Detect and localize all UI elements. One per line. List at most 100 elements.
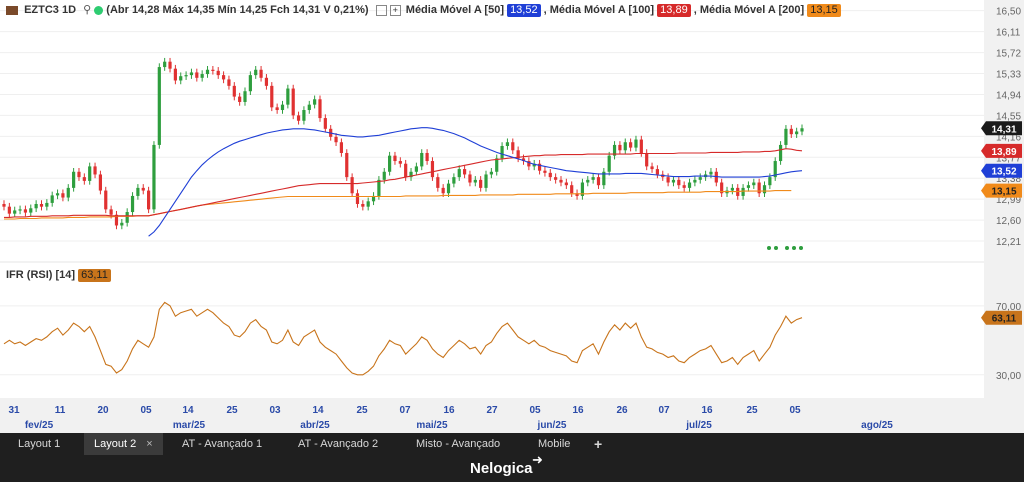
- close-icon[interactable]: ×: [146, 438, 152, 450]
- candle-body: [666, 177, 670, 183]
- candle-body: [446, 183, 451, 194]
- candle-body: [452, 177, 456, 184]
- candle-body: [29, 208, 33, 213]
- day-label: 07: [399, 405, 411, 416]
- chart-background: [0, 0, 1024, 433]
- tab-at-avancado-1[interactable]: AT - Avançado 1: [172, 433, 272, 455]
- candle-body: [2, 203, 6, 207]
- tab-at-avancado-2[interactable]: AT - Avançado 2: [288, 433, 388, 455]
- candle-body: [39, 203, 44, 207]
- candle-body: [570, 185, 574, 194]
- candle-body: [752, 182, 756, 186]
- candle-body: [189, 72, 194, 76]
- candle-body: [554, 177, 558, 180]
- status-dot-icon: [94, 5, 104, 15]
- candle-body: [559, 179, 563, 183]
- day-label: 25: [356, 405, 368, 416]
- candle-body: [687, 182, 692, 188]
- candle-body: [398, 161, 402, 164]
- candle-body: [671, 179, 676, 183]
- candle-body: [682, 185, 686, 188]
- candle-body: [211, 69, 215, 71]
- candle-body: [784, 128, 788, 145]
- candle-body: [323, 118, 327, 129]
- tab-label: Layout 1: [18, 438, 61, 450]
- day-label: 05: [529, 405, 541, 416]
- price-chart[interactable]: 16,5016,1115,7215,3314,9414,5514,1613,77…: [0, 0, 1024, 433]
- day-label: 16: [701, 405, 713, 416]
- candle-body: [216, 70, 220, 76]
- tab-label: Mobile: [538, 438, 571, 450]
- candle-body: [243, 91, 247, 102]
- price-tick-label: 14,55: [996, 111, 1021, 122]
- candle-body: [650, 166, 654, 170]
- symbol-label[interactable]: EZTC3 1D: [24, 4, 76, 16]
- candle-body: [393, 155, 397, 162]
- ma100-tag: 13,89: [981, 143, 1022, 158]
- brand-icon: ➜: [532, 452, 543, 467]
- day-label: 05: [140, 405, 152, 416]
- candle-body: [698, 177, 702, 180]
- candle-body: [7, 206, 11, 214]
- candle-body: [275, 107, 279, 111]
- candle-body: [414, 166, 418, 172]
- candle-body: [586, 179, 590, 183]
- candle-body: [195, 72, 199, 78]
- candle-body: [254, 69, 258, 76]
- layout-tabs: Layout 1 Layout 2 × AT - Avançado 1 AT - …: [0, 433, 1024, 455]
- candle-body: [404, 163, 408, 178]
- rsi-label: IFR (RSI) [14]: [6, 269, 76, 281]
- candle-body: [61, 193, 65, 198]
- month-label: mar/25: [173, 420, 206, 431]
- plus-icon: +: [594, 436, 603, 452]
- candle-body: [125, 212, 129, 223]
- candle-body: [270, 85, 274, 108]
- ma50-tag: 13,52: [981, 163, 1022, 178]
- tab-layout-1[interactable]: Layout 1: [8, 433, 70, 455]
- svg-text:13,89: 13,89: [991, 147, 1016, 158]
- candle-body: [200, 74, 204, 78]
- candle-body: [677, 179, 681, 186]
- tab-label: AT - Avançado 1: [182, 438, 263, 450]
- candle-body: [339, 142, 344, 153]
- candle-body: [318, 99, 322, 119]
- rsi-tick-label: 30,00: [996, 371, 1021, 382]
- candle-body: [334, 136, 338, 143]
- day-label: 27: [486, 405, 498, 416]
- svg-text:63,11: 63,11: [992, 314, 1017, 325]
- ma100-label: , Média Móvel A [100]: [543, 4, 655, 16]
- add-icon[interactable]: +: [389, 4, 401, 16]
- day-label: 26: [616, 405, 628, 416]
- candle-body: [264, 77, 269, 86]
- candle-body: [778, 144, 783, 162]
- candle-body: [130, 195, 135, 213]
- candle-body: [639, 139, 643, 153]
- close-price-tag: 14,31: [981, 121, 1022, 136]
- month-label: jul/25: [685, 420, 712, 431]
- add-tab-button[interactable]: +: [584, 433, 612, 455]
- candle-body: [746, 185, 751, 188]
- candle-body: [345, 152, 349, 178]
- collapse-icon[interactable]: [375, 4, 387, 16]
- tab-misto-avancado[interactable]: Misto - Avançado: [406, 433, 510, 455]
- candle-body: [152, 144, 156, 210]
- tab-layout-2[interactable]: Layout 2 ×: [84, 433, 163, 455]
- price-tick-label: 12,60: [996, 216, 1021, 227]
- candle-body: [163, 61, 167, 68]
- candle-body: [205, 69, 210, 75]
- candle-body: [179, 76, 183, 81]
- svg-text:14,31: 14,31: [991, 124, 1016, 135]
- day-label: 16: [443, 405, 455, 416]
- candle-body: [479, 179, 483, 188]
- candle-body: [473, 179, 477, 183]
- candle-body: [495, 158, 499, 172]
- candle-body: [259, 69, 263, 78]
- brand-logo: Nelogica: [470, 460, 533, 477]
- candle-body: [45, 202, 49, 207]
- candle-body: [634, 139, 638, 148]
- price-tick-label: 14,94: [996, 90, 1021, 101]
- ma100-badge: 13,89: [657, 4, 691, 17]
- search-icon[interactable]: ⚲: [83, 4, 91, 16]
- candle-body: [296, 115, 301, 121]
- candle-body: [655, 169, 659, 175]
